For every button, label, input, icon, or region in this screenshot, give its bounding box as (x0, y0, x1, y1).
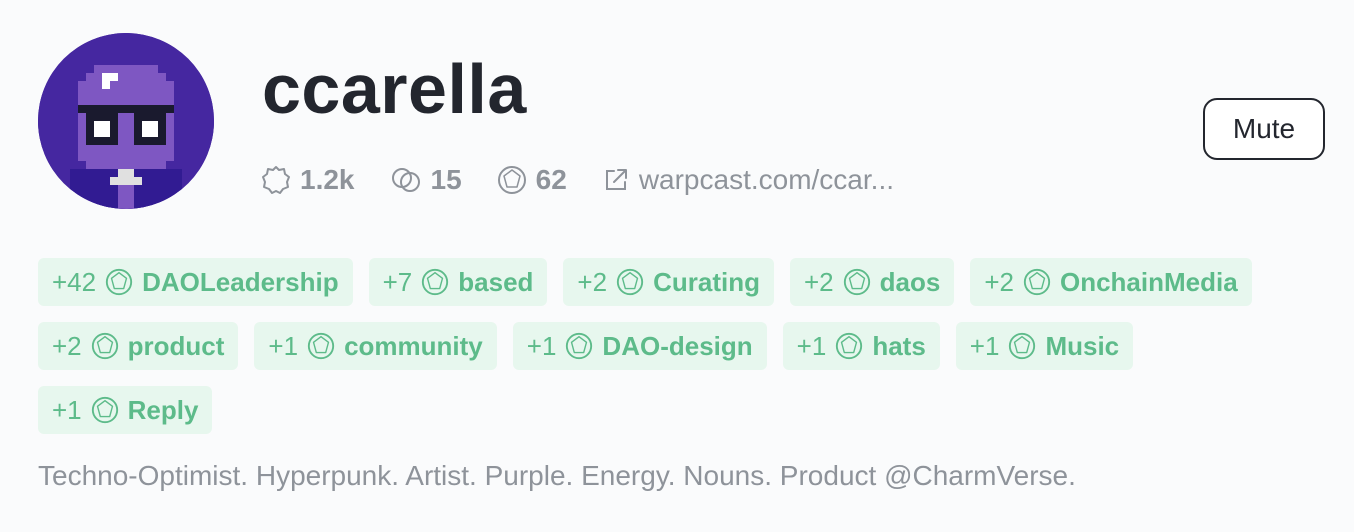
gem-icon (307, 332, 335, 360)
tag-delta: +1 (526, 330, 557, 361)
profile-link[interactable]: warpcast.com/ccar... (601, 164, 894, 196)
tag-chip[interactable]: +1 DAO-design (512, 322, 767, 370)
profile-stats: 1.2k 15 62 warpcast.com/ccar... (260, 160, 928, 200)
channel-tags: +42 DAOLeadership +7 based +2 Curating +… (38, 258, 1328, 450)
tag-delta: +1 (52, 394, 82, 425)
tag-delta: +1 (969, 330, 1000, 361)
tag-name: Curating (653, 266, 760, 297)
tag-name: community (344, 330, 483, 361)
tag-name: OnchainMedia (1059, 266, 1238, 297)
gem-icon (91, 396, 118, 424)
tag-name: Music (1045, 330, 1120, 361)
tag-chip[interactable]: +1 Reply (38, 386, 213, 434)
following-count: 15 (430, 164, 462, 195)
followers-count: 1.2k (300, 164, 355, 195)
gem-icon (836, 332, 863, 360)
tag-delta: +2 (577, 266, 608, 297)
tag-chip[interactable]: +2 product (38, 322, 239, 370)
tag-delta: +2 (52, 330, 82, 361)
followers-icon (262, 166, 290, 194)
tag-chip[interactable]: +2 OnchainMedia (970, 258, 1252, 306)
following-stat[interactable]: 15 (389, 164, 462, 196)
gem-icon (1009, 332, 1036, 360)
gem-icon (1023, 268, 1051, 296)
external-link-icon (605, 169, 627, 190)
tag-chip[interactable]: +1 Music (955, 322, 1134, 370)
gem-icon (105, 268, 133, 296)
score-stat[interactable]: 62 (496, 164, 567, 196)
gem-icon (91, 332, 118, 360)
tag-name: DAO-design (602, 330, 753, 361)
tag-name: hats (872, 330, 926, 361)
mute-button[interactable]: Mute (1203, 98, 1325, 160)
tag-delta: +2 (984, 266, 1014, 297)
tag-name: product (127, 330, 225, 361)
tag-delta: +1 (268, 330, 299, 361)
score-count: 62 (535, 164, 567, 195)
gem-icon (616, 268, 644, 296)
tag-name: based (458, 266, 534, 297)
tag-name: daos (879, 266, 941, 297)
tag-chip[interactable]: +2 daos (789, 258, 955, 306)
username: ccarella (262, 50, 527, 128)
tag-delta: +7 (382, 266, 413, 297)
tag-delta: +2 (803, 266, 834, 297)
following-icon (391, 168, 420, 192)
tag-chip[interactable]: +1 community (254, 322, 497, 370)
profile-link-text: warpcast.com/ccar... (638, 164, 894, 195)
gem-icon (422, 268, 449, 296)
gem-icon (566, 332, 593, 360)
tag-chip[interactable]: +1 hats (782, 322, 940, 370)
tag-chip[interactable]: +2 Curating (563, 258, 774, 306)
gem-icon (843, 268, 870, 296)
tag-chip[interactable]: +7 based (368, 258, 548, 306)
score-icon (497, 166, 526, 194)
tag-delta: +1 (796, 330, 827, 361)
tag-delta: +42 (52, 266, 97, 297)
avatar[interactable] (38, 33, 214, 209)
followers-stat[interactable]: 1.2k (260, 164, 355, 196)
profile-bio: Techno-Optimist. Hyperpunk. Artist. Purp… (38, 460, 1076, 491)
tag-chip[interactable]: +42 DAOLeadership (38, 258, 353, 306)
tag-name: Reply (127, 394, 199, 425)
tag-name: DAOLeadership (142, 266, 339, 297)
